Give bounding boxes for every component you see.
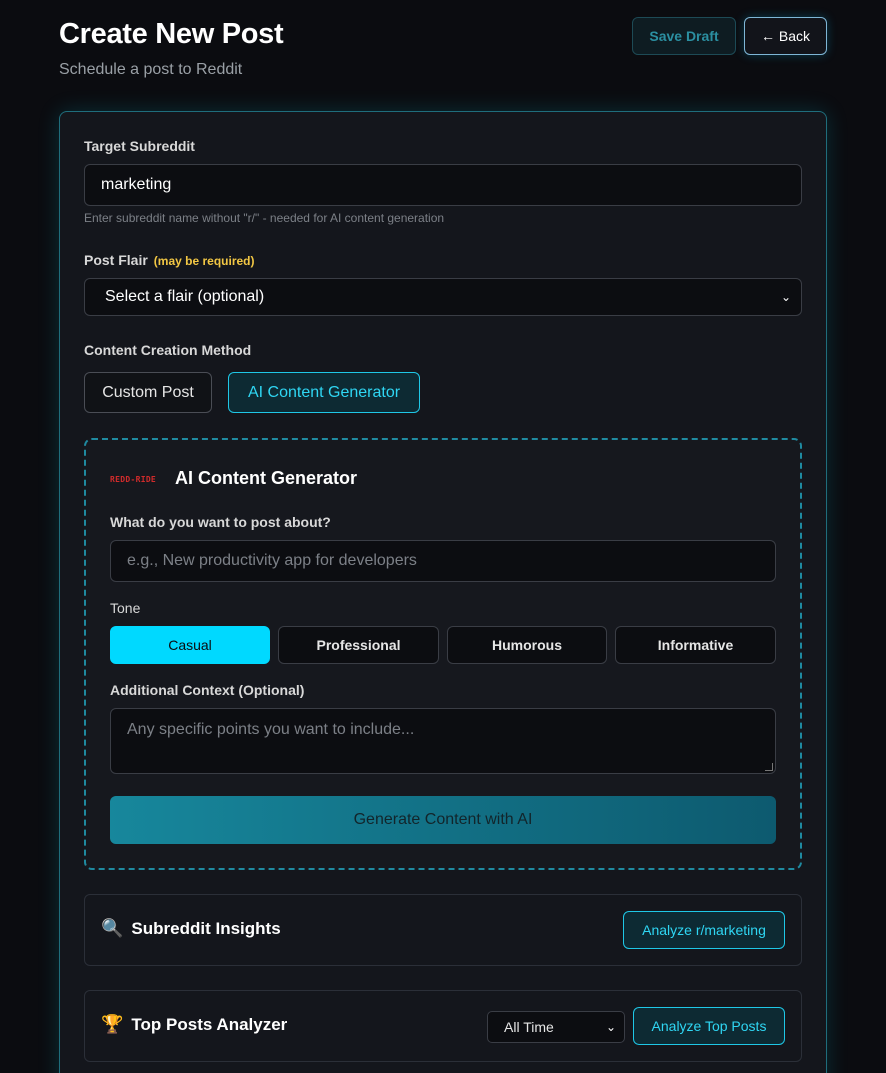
flair-label-text: Post Flair [84, 252, 148, 268]
ai-generator-title: AI Content Generator [175, 468, 358, 488]
magnifier-icon: 🔍 [101, 918, 124, 938]
subreddit-help-text: Enter subreddit name without "r/" - need… [84, 211, 445, 225]
topic-label: What do you want to post about? [110, 514, 331, 530]
flair-required-note: (may be required) [153, 254, 255, 268]
subreddit-input-value: marketing [101, 176, 172, 193]
flair-select[interactable]: Select a flair (optional) ⌄ [84, 278, 802, 316]
save-draft-button[interactable]: Save Draft [632, 17, 736, 55]
flair-select-value: Select a flair (optional) [105, 288, 265, 305]
subreddit-insights-title-text: Subreddit Insights [131, 918, 281, 938]
topic-input[interactable]: e.g., New productivity app for developer… [110, 540, 776, 582]
back-button[interactable]: ← Back [744, 17, 827, 55]
analyze-top-posts-button[interactable]: Analyze Top Posts [633, 1007, 785, 1045]
context-textarea[interactable]: Any specific points you want to include.… [110, 708, 776, 774]
ai-generator-button[interactable]: AI Content Generator [228, 372, 420, 413]
generate-content-button[interactable]: Generate Content with AI [110, 796, 776, 844]
tone-humorous-button[interactable]: Humorous [447, 626, 607, 664]
resize-handle-icon[interactable] [765, 763, 773, 771]
page-subtitle: Schedule a post to Reddit [59, 61, 243, 78]
page-title: Create New Post [59, 18, 284, 50]
context-textarea-placeholder: Any specific points you want to include.… [127, 721, 415, 738]
time-range-select[interactable]: All Time ⌄ [487, 1011, 625, 1043]
flair-label: Post Flair (may be required) [84, 252, 255, 268]
custom-post-button[interactable]: Custom Post [84, 372, 212, 413]
tone-casual-button[interactable]: Casual [110, 626, 270, 664]
subreddit-insights-title: 🔍 Subreddit Insights [101, 918, 281, 939]
chevron-down-icon: ⌄ [605, 1020, 616, 1034]
topic-input-placeholder: e.g., New productivity app for developer… [127, 552, 417, 569]
redd-ride-logo: REDD-RIDE [110, 475, 157, 484]
tone-professional-button[interactable]: Professional [278, 626, 439, 664]
trophy-icon: 🏆 [101, 1014, 124, 1034]
context-label: Additional Context (Optional) [110, 682, 305, 698]
top-posts-title: 🏆 Top Posts Analyzer [101, 1014, 287, 1035]
tone-label: Tone [110, 600, 141, 616]
analyze-subreddit-button[interactable]: Analyze r/marketing [623, 911, 785, 949]
content-method-label: Content Creation Method [84, 342, 252, 358]
chevron-down-icon: ⌄ [780, 290, 791, 304]
subreddit-label: Target Subreddit [84, 138, 195, 154]
tone-informative-button[interactable]: Informative [615, 626, 776, 664]
subreddit-input[interactable]: marketing [84, 164, 802, 206]
time-range-value: All Time [504, 1019, 554, 1035]
top-posts-title-text: Top Posts Analyzer [131, 1014, 288, 1034]
